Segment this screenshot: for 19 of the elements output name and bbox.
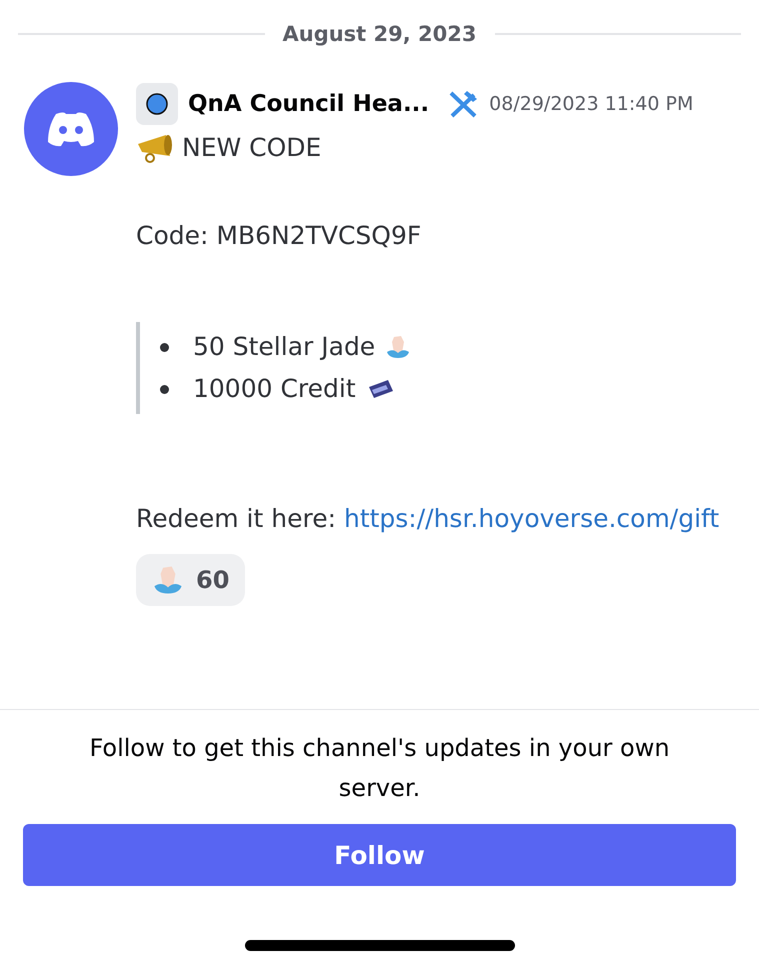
- author-name[interactable]: QnA Council Hea...: [188, 91, 430, 117]
- crystal-icon: [152, 564, 184, 596]
- redeem-text: Redeem it here:: [136, 504, 336, 533]
- date-divider: August 29, 2023: [282, 22, 476, 46]
- bullet-icon: [160, 384, 169, 394]
- follow-button[interactable]: Follow: [23, 824, 736, 886]
- message-heading: NEW CODE: [182, 132, 322, 164]
- list-item-text: 50 Stellar Jade: [193, 331, 376, 363]
- circle-icon: [145, 92, 169, 116]
- follow-prompt: Follow to get this channel's updates in your own server.: [88, 733, 671, 804]
- timestamp: 08/29/2023 11:40 PM: [489, 93, 694, 115]
- message-text: Code: MB6N2TVCSQ9F: [136, 220, 422, 252]
- tools-icon: [447, 89, 480, 119]
- gift-link[interactable]: https://hsr.hoyoverse.com/gift: [344, 504, 720, 533]
- list-item-text: 10000 Credit: [193, 373, 356, 405]
- controller-icon: [46, 110, 96, 148]
- crystal-icon: [385, 334, 412, 360]
- bullet-icon: [160, 342, 169, 352]
- reaction-button[interactable]: 60: [136, 554, 246, 606]
